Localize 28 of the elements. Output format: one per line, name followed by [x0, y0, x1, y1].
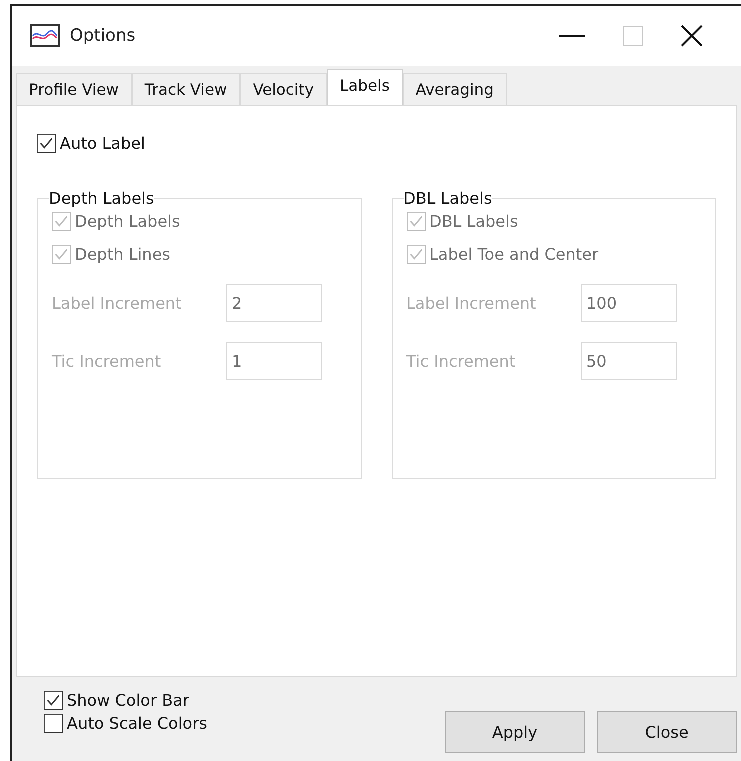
minimize-icon[interactable] — [559, 35, 585, 37]
tab[interactable]: Track View — [132, 73, 240, 105]
dialog-button[interactable]: Close — [597, 711, 737, 753]
checkbox-label: Show Color Bar — [67, 691, 190, 710]
tab[interactable]: Labels — [327, 69, 403, 105]
field-label: Tic Increment — [406, 352, 517, 370]
tab[interactable]: Profile View — [16, 73, 132, 105]
tab[interactable]: Velocity — [240, 73, 327, 105]
checkbox-label: Label Toe and Center — [430, 245, 599, 264]
checkbox-label: DBL Labels — [430, 212, 518, 231]
chart-icon — [30, 24, 60, 48]
dialog-button[interactable]: Apply — [445, 711, 585, 753]
close-icon[interactable] — [681, 25, 703, 47]
checkbox[interactable] — [37, 134, 56, 153]
group-title: DBL Labels — [404, 189, 492, 208]
checkbox-label: Auto Label — [60, 134, 146, 153]
checkbox-label: Auto Scale Colors — [67, 714, 208, 733]
group-title: Depth Labels — [49, 189, 154, 208]
tab[interactable]: Averaging — [402, 73, 507, 105]
field-label: Label Increment — [406, 294, 538, 312]
window-title: Options — [70, 26, 136, 46]
checkbox[interactable] — [44, 691, 63, 710]
checkbox-label: Depth Lines — [75, 245, 170, 264]
field-label: Label Increment — [52, 294, 183, 312]
checkbox[interactable] — [44, 714, 63, 733]
maximize-icon[interactable] — [623, 26, 643, 46]
checkbox-label: Depth Labels — [75, 212, 180, 231]
field-label: Tic Increment — [52, 352, 162, 370]
